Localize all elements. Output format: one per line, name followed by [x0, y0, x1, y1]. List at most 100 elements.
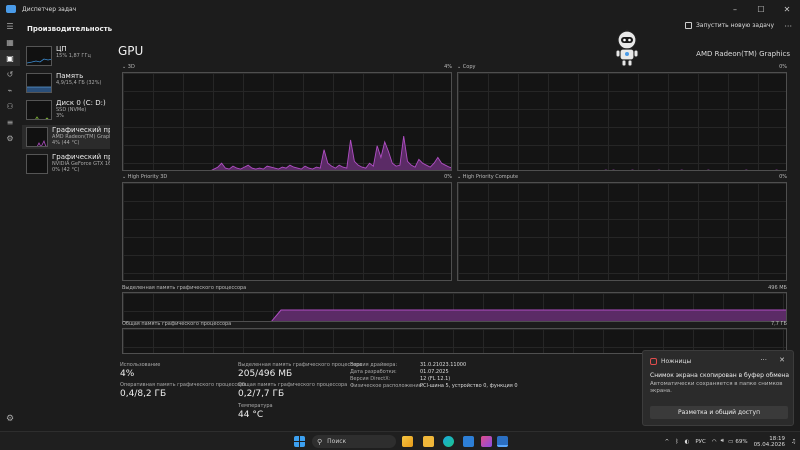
- engine-hp3d-graph: [122, 182, 452, 281]
- physical-location-label: Физическое расположение:: [350, 383, 424, 389]
- shared-memory-label: Общая память графического процессора: [122, 321, 232, 327]
- settings-gear-icon[interactable]: ⚙: [0, 411, 20, 427]
- edge-browser-icon[interactable]: [443, 436, 454, 447]
- search-icon: ⚲: [317, 437, 323, 446]
- run-task-icon: [684, 22, 692, 29]
- bluetooth-icon[interactable]: ᛒ: [675, 439, 678, 445]
- details-nav-icon[interactable]: ≡: [0, 114, 20, 130]
- resource-item-gpu-amd[interactable]: Графический проц AMD Radeon(TM) Graphi 4…: [22, 125, 110, 149]
- gpu-stats: Использование 4% Оперативная память граф…: [118, 360, 638, 430]
- tray-overflow-icon[interactable]: ^: [665, 439, 670, 445]
- usage-value: 4%: [120, 369, 135, 379]
- robot-mascot-icon: [615, 29, 639, 67]
- engine-hpcompute-label[interactable]: ⌄ High Priority Compute: [457, 174, 518, 180]
- title-bar[interactable]: Диспетчер задач – ☐ ✕: [0, 0, 800, 18]
- shared-memory-max: 7,7 ГБ: [770, 321, 787, 327]
- resource-item-cpu[interactable]: ЦП 15% 1,87 ГГц: [22, 44, 110, 68]
- notifications-bell-icon[interactable]: ♫: [791, 439, 796, 445]
- engine-hpcompute-graph: [457, 182, 787, 281]
- engine-hp3d-label[interactable]: ⌄ High Priority 3D: [122, 174, 167, 180]
- dedicated-memory-max: 496 МБ: [768, 285, 787, 291]
- copilot-icon[interactable]: [402, 436, 413, 447]
- battery-icon[interactable]: ▭: [728, 439, 733, 445]
- resource-item-disk[interactable]: Диск 0 (C: D:) SSD (NVMe) 3%: [22, 98, 110, 122]
- engine-copy-percent: 0%: [779, 64, 787, 70]
- resource-item-detail-2: 0% (42 °C): [52, 167, 80, 173]
- taskbar-search[interactable]: ⚲ Поиск: [312, 435, 396, 448]
- temperature-label: Температура: [238, 403, 273, 409]
- resource-item-memory[interactable]: Память 4,9/15,4 ГБ (32%): [22, 71, 110, 95]
- gpu-amd-thumbnail: [26, 127, 49, 147]
- task-manager-icon: [6, 5, 16, 13]
- more-options-button[interactable]: ···: [784, 22, 792, 31]
- engine-3d-graph: [122, 72, 452, 171]
- instagram-icon[interactable]: [481, 436, 492, 447]
- file-explorer-icon[interactable]: [423, 436, 434, 447]
- snipping-tool-notification[interactable]: Ножницы ··· ✕ Снимок экрана скопирован в…: [642, 350, 794, 426]
- engine-hp3d-percent: 0%: [444, 174, 452, 180]
- dedicated-memory-stat-label: Выделенная память графического процессор…: [238, 362, 363, 368]
- resource-item-name: Графический проц: [52, 153, 110, 161]
- dedicated-memory-stat-value: 205/496 МБ: [238, 369, 293, 379]
- engine-copy-label[interactable]: ⌄ Copy: [457, 64, 475, 70]
- task-manager-taskbar-icon[interactable]: [497, 436, 508, 447]
- language-indicator[interactable]: РУС: [695, 439, 706, 445]
- resource-item-gpu-nvidia[interactable]: Графический проц NVIDIA GeForce GTX 16 0…: [22, 152, 110, 176]
- temperature-value: 44 °C: [238, 410, 264, 420]
- usage-label: Использование: [120, 362, 161, 368]
- page-header: Производительность Запустить новую задач…: [20, 18, 800, 40]
- resource-list: ЦП 15% 1,87 ГГц Память 4,9/15,4 ГБ (32%)…: [20, 42, 112, 431]
- notification-app-name: Ножницы: [661, 358, 692, 365]
- volume-icon[interactable]: 🔊︎: [721, 438, 724, 445]
- section-title: Производительность: [27, 25, 113, 33]
- microsoft-store-icon[interactable]: [463, 436, 474, 447]
- gpu-model-name: AMD Radeon(TM) Graphics: [696, 50, 790, 58]
- notification-more-button[interactable]: ···: [760, 356, 767, 364]
- close-button[interactable]: ✕: [774, 0, 800, 18]
- engine-copy-graph: [457, 72, 787, 171]
- physical-location-value: PCI-шина 5, устройство 0, функция 0: [420, 383, 518, 389]
- run-new-task-button[interactable]: Запустить новую задачу: [684, 22, 774, 29]
- clock[interactable]: 18:19 05.04.2026: [754, 436, 786, 448]
- series-line-copy: [604, 169, 779, 170]
- dedicated-memory-graph: [122, 292, 787, 322]
- resource-item-name: Графический проц: [52, 126, 110, 134]
- run-task-label: Запустить новую задачу: [695, 22, 774, 29]
- navigation-rail: ☰ ▦ ▣ ↺ ⌁ ⚇ ≡ ⚙ ⚙: [0, 18, 20, 431]
- page-title: GPU: [118, 44, 144, 58]
- services-nav-icon[interactable]: ⚙: [0, 130, 20, 146]
- resource-item-name: Диск 0 (C: D:): [56, 99, 106, 107]
- memory-thumbnail: [26, 73, 52, 93]
- minimize-button[interactable]: –: [722, 0, 748, 18]
- clock-date: 05.04.2026: [753, 441, 786, 448]
- resource-item-detail: 4,9/15,4 ГБ (32%): [56, 80, 102, 86]
- notification-title: Снимок экрана скопирован в буфер обмена: [650, 372, 790, 379]
- resource-item-name: ЦП: [56, 45, 67, 53]
- maximize-button[interactable]: ☐: [748, 0, 774, 18]
- shared-memory-stat-label: Общая память графического процессора: [238, 382, 348, 388]
- wifi-icon[interactable]: ◠: [712, 439, 717, 445]
- start-button-windows-icon[interactable]: [294, 436, 305, 447]
- performance-nav-icon[interactable]: ▣: [0, 50, 20, 66]
- users-nav-icon[interactable]: ⚇: [0, 98, 20, 114]
- processes-nav-icon[interactable]: ▦: [0, 34, 20, 50]
- disk-thumbnail: [26, 100, 52, 120]
- directx-version-label: Версия DirectX:: [350, 376, 391, 382]
- notification-close-button[interactable]: ✕: [779, 356, 785, 364]
- snipping-tool-icon: [650, 358, 657, 365]
- dedicated-memory-label: Выделенная память графического процессор…: [122, 285, 247, 291]
- gpu-ram-value: 0,4/8,2 ГБ: [120, 389, 167, 399]
- directx-version-value: 12 (FL 12.1): [420, 376, 451, 382]
- app-history-nav-icon[interactable]: ↺: [0, 66, 20, 82]
- resource-item-name: Память: [56, 72, 84, 80]
- driver-version-value: 31.0.21023.11000: [420, 362, 467, 368]
- notification-body: Автоматически сохраняется в папке снимко…: [650, 381, 783, 394]
- resource-item-detail-2: 3%: [56, 113, 64, 119]
- cpu-thumbnail: [26, 46, 52, 66]
- startup-apps-nav-icon[interactable]: ⌁: [0, 82, 20, 98]
- engine-3d-label[interactable]: ⌄ 3D: [122, 64, 135, 70]
- hamburger-menu-icon[interactable]: ☰: [0, 18, 20, 34]
- app-tray-icon[interactable]: ◐: [685, 439, 690, 445]
- series-area-copy: [458, 170, 787, 171]
- markup-share-button[interactable]: Разметка и общий доступ: [650, 406, 788, 419]
